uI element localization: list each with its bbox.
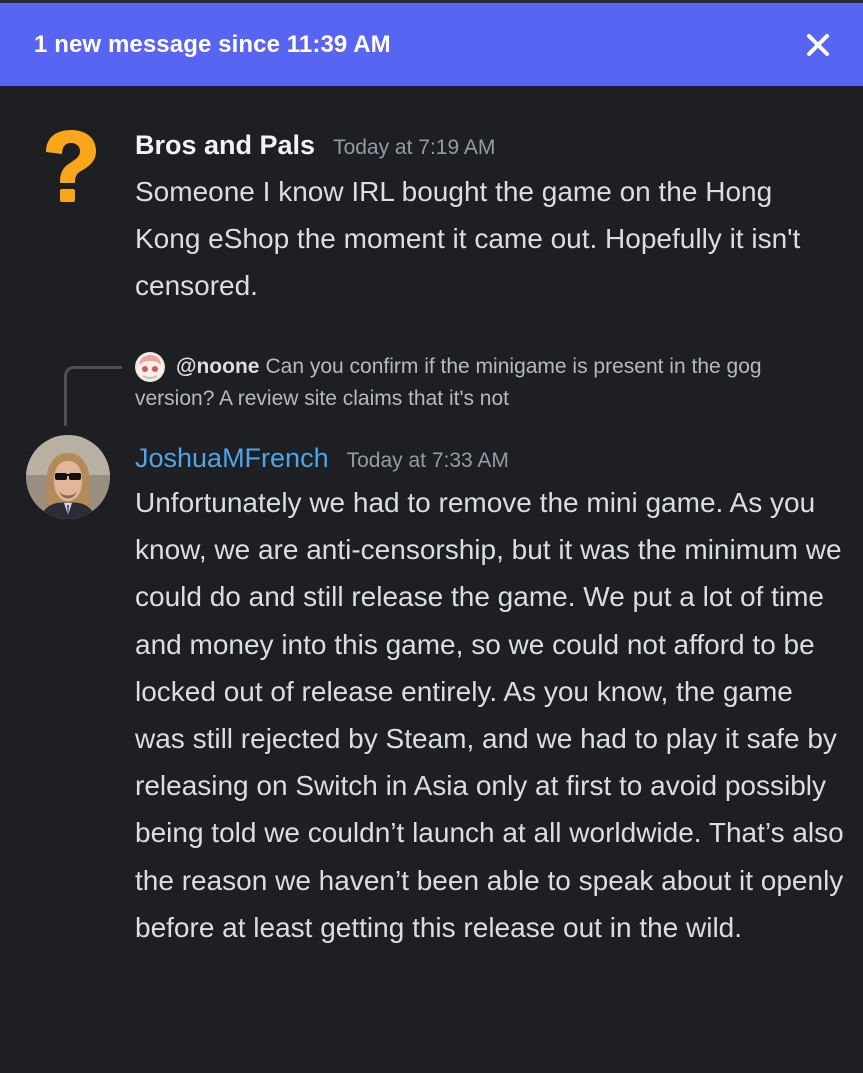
author-name[interactable]: JoshuaMFrench <box>135 443 329 474</box>
reply-spine <box>64 366 122 426</box>
new-messages-text: 1 new message since 11:39 AM <box>34 30 391 58</box>
reply-username[interactable]: @noone <box>176 355 259 378</box>
message-body: Unfortunately we had to remove the mini … <box>135 487 844 943</box>
message-timestamp: Today at 7:33 AM <box>346 449 509 472</box>
close-x-icon <box>807 33 829 56</box>
question-mark-icon[interactable] <box>38 128 102 208</box>
reply-avatar[interactable] <box>135 352 165 382</box>
reply-preview[interactable]: @noone Can you confirm if the minigame is… <box>135 351 835 415</box>
new-messages-banner[interactable]: 1 new message since 11:39 AM <box>0 3 863 86</box>
chat-view: 1 new message since 11:39 AM Bros and Pa… <box>0 0 863 1073</box>
message-timestamp: Today at 7:19 AM <box>333 136 496 159</box>
user-avatar[interactable] <box>26 435 110 519</box>
close-banner-button[interactable] <box>801 28 835 62</box>
message-body: Someone I know IRL bought the game on th… <box>135 176 801 302</box>
message-header: JoshuaMFrench Today at 7:33 AM <box>135 443 509 474</box>
message-header: Bros and Pals Today at 7:19 AM <box>135 130 495 161</box>
author-name[interactable]: Bros and Pals <box>135 130 315 161</box>
